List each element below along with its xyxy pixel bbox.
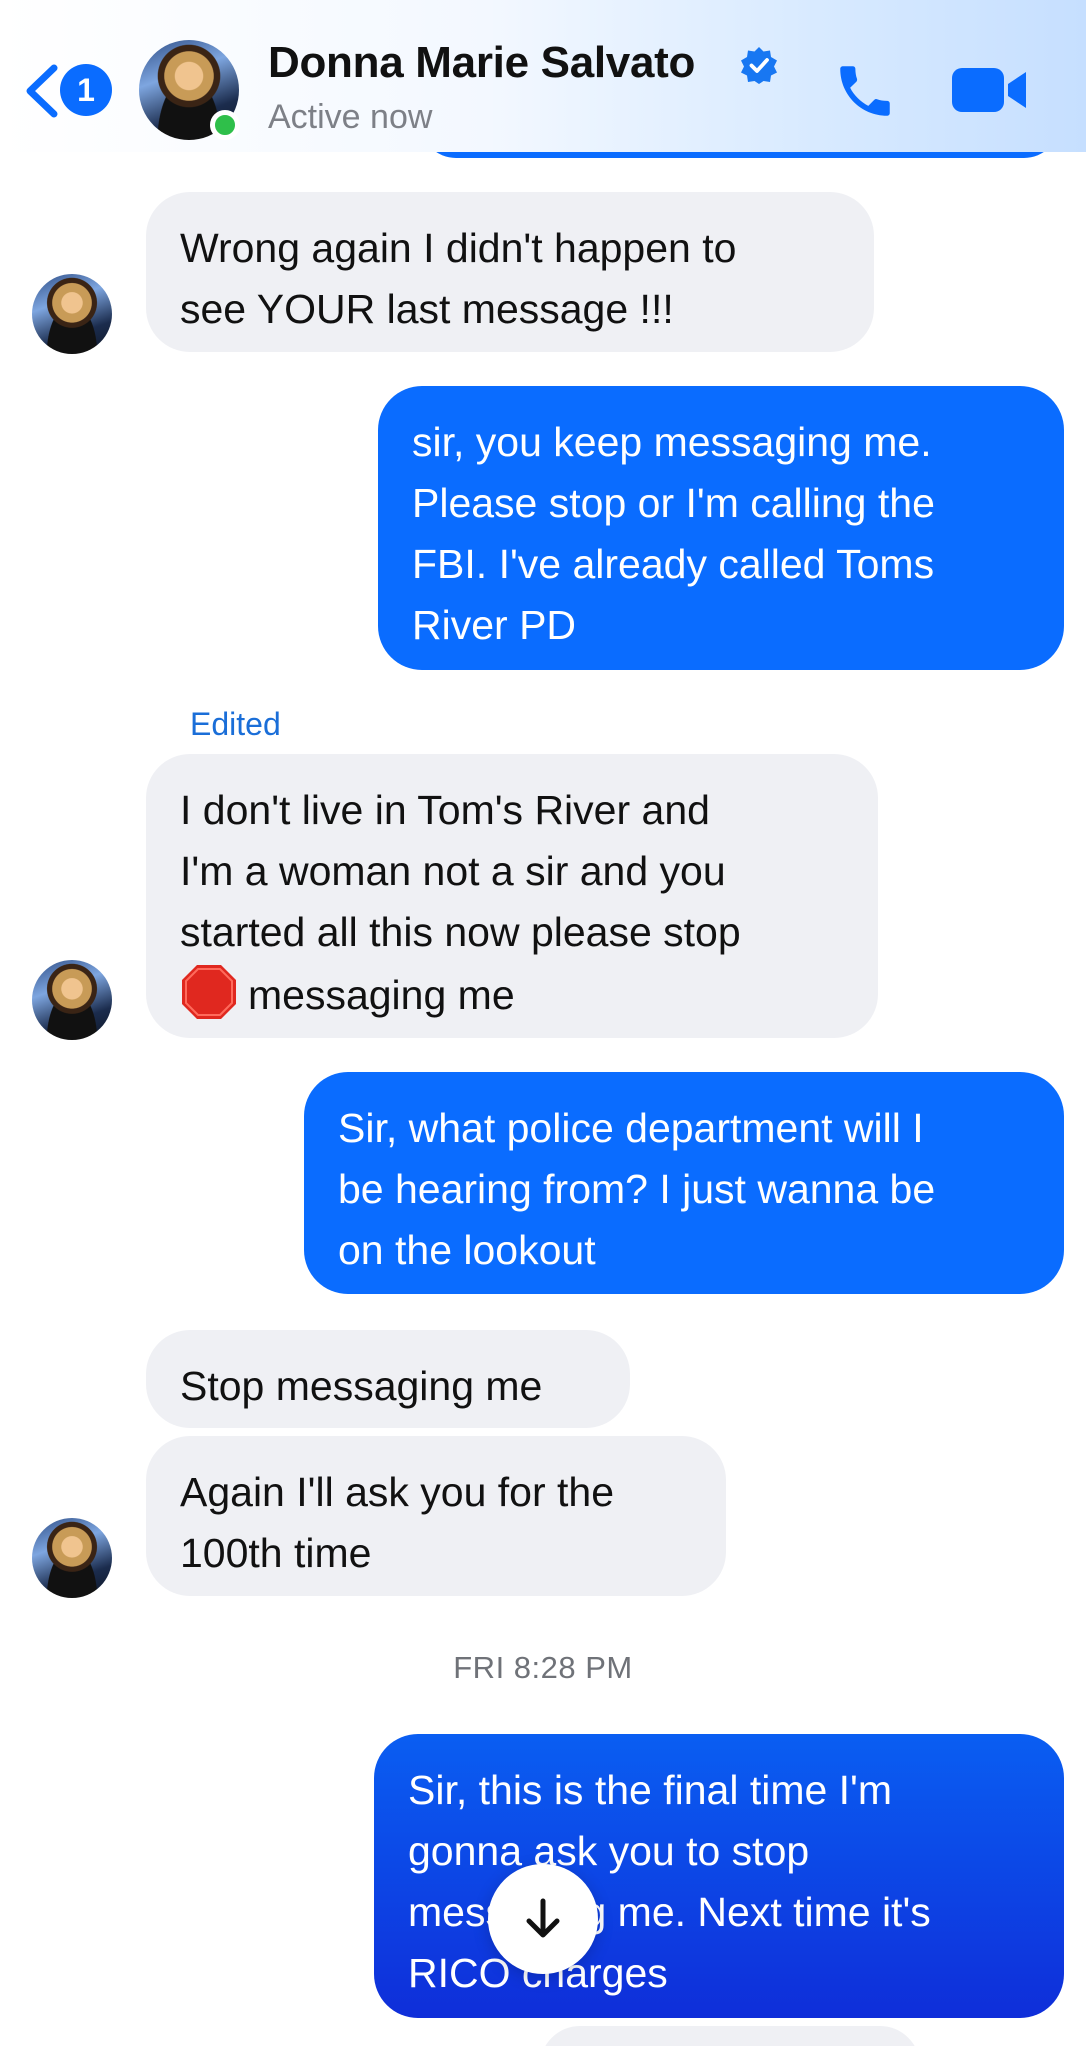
message-line-with-emoji: messaging me <box>180 963 844 1026</box>
next-message-bubble-peek <box>540 2026 920 2046</box>
message-line: 100th time <box>180 1530 372 1576</box>
phone-icon[interactable] <box>832 58 898 124</box>
incoming-message-bubble[interactable]: Wrong again I didn't happen to see YOUR … <box>146 192 874 352</box>
outgoing-message-bubble[interactable]: Sir, this is the final time I'm gonna as… <box>374 1734 1064 2018</box>
message-line: FBI. I've already called Toms <box>412 541 935 587</box>
message-line: started all this now please stop <box>180 909 741 955</box>
incoming-message-bubble[interactable]: Stop messaging me <box>146 1330 630 1428</box>
message-line: see YOUR last message !!! <box>180 286 674 332</box>
message-line: on the lookout <box>338 1227 596 1273</box>
contact-avatar-small[interactable] <box>32 274 112 354</box>
message-line: River PD <box>412 602 577 648</box>
message-line: I'm a woman not a sir and you <box>180 848 726 894</box>
unread-count-badge[interactable]: 1 <box>60 64 112 116</box>
stop-sign-emoji <box>182 965 236 1019</box>
messenger-chat-screen: 1 Donna Marie Salvato Active now Wrong a… <box>0 0 1086 2046</box>
message-text: messaging me <box>248 972 515 1018</box>
chat-header: 1 Donna Marie Salvato Active now <box>0 0 1086 152</box>
outgoing-message-bubble[interactable]: sir, you keep messaging me. Please stop … <box>378 386 1064 670</box>
message-line: I don't live in Tom's River and <box>180 787 710 833</box>
outgoing-message-bubble[interactable]: Sir, what police department will I be he… <box>304 1072 1064 1294</box>
incoming-message-bubble[interactable]: I don't live in Tom's River and I'm a wo… <box>146 754 878 1038</box>
chevron-left-icon[interactable] <box>22 62 62 120</box>
message-line: gonna ask you to stop <box>408 1828 810 1874</box>
message-line: Sir, what police department will I <box>338 1105 924 1151</box>
video-camera-icon[interactable] <box>950 62 1030 118</box>
message-line: be hearing from? I just wanna be <box>338 1166 936 1212</box>
message-line: Stop messaging me <box>180 1363 543 1409</box>
message-line: Please stop or I'm calling the <box>412 480 935 526</box>
message-line: Wrong again I didn't happen to <box>180 225 737 271</box>
online-status-dot <box>210 110 240 140</box>
incoming-message-bubble[interactable]: Again I'll ask you for the 100th time <box>146 1436 726 1596</box>
arrow-down-icon <box>526 1898 560 1938</box>
contact-avatar-small[interactable] <box>32 1518 112 1598</box>
contact-avatar-small[interactable] <box>32 960 112 1040</box>
message-line: Again I'll ask you for the <box>180 1469 615 1515</box>
contact-name[interactable]: Donna Marie Salvato <box>268 38 695 88</box>
verified-badge-icon <box>741 47 777 84</box>
message-timestamp: FRI 8:28 PM <box>453 1650 633 1685</box>
edited-label[interactable]: Edited <box>190 706 281 743</box>
message-line: sir, you keep messaging me. <box>412 419 932 465</box>
active-status: Active now <box>268 98 433 136</box>
scroll-to-bottom-button[interactable] <box>488 1864 598 1974</box>
message-line: Sir, this is the final time I'm <box>408 1767 893 1813</box>
